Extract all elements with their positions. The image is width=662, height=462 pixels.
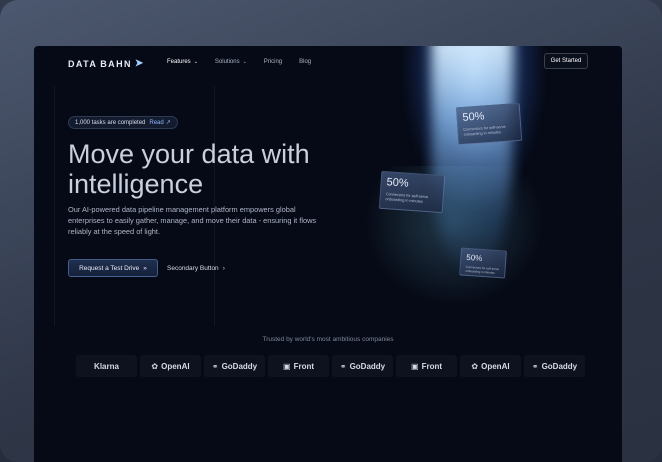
logo-klarna: Klarna	[76, 355, 137, 377]
get-started-button[interactable]: Get Started	[544, 53, 588, 69]
nav-item-solutions[interactable]: Solutions ⌄	[215, 59, 247, 65]
brand-logo[interactable]: DATA BAHN ➤	[68, 58, 145, 69]
logo-godaddy: ⚭ GoDaddy	[524, 355, 585, 377]
stat-value: 50%	[386, 176, 410, 190]
stat-value: 50%	[466, 252, 483, 263]
logo-front: ▣ Front	[396, 355, 457, 377]
chevron-down-icon: ⌄	[193, 59, 198, 65]
hero-title-line2: intelligence	[68, 169, 204, 199]
request-test-drive-button[interactable]: Request a Test Drive »	[68, 259, 158, 277]
nav-item-features[interactable]: Features ⌄	[167, 59, 198, 65]
announcement-badge[interactable]: 1,000 tasks are completed Read ↗	[68, 116, 178, 129]
logo-text-bahn: BAHN	[100, 58, 132, 69]
browser-viewport: DATA BAHN ➤ Features ⌄ Solutions ⌄ Pricing …	[34, 46, 622, 462]
logo-openai: ✿ OpenAI	[460, 355, 521, 377]
stat-card: 50% Connectors for self-serve onboarding…	[378, 170, 446, 214]
hero-description: Our AI-powered data pipeline management …	[68, 205, 317, 236]
logo-godaddy: ⚭ GoDaddy	[204, 355, 265, 377]
logo-front: ▣ Front	[268, 355, 329, 377]
logo-arrow-icon: ➤	[134, 58, 145, 69]
arrow-up-right-icon: ↗	[165, 120, 171, 126]
front-icon: ▣	[283, 361, 291, 371]
stat-card: 50% Connectors for self-serve onboarding…	[459, 247, 507, 279]
trusted-heading: Trusted by world's most ambitious compan…	[262, 336, 394, 343]
stat-value: 50%	[462, 110, 485, 124]
stat-description: Connectors for self-serve onboarding in …	[385, 192, 429, 204]
main-nav: Features ⌄ Solutions ⌄ Pricing Blog	[167, 59, 311, 65]
nav-item-blog[interactable]: Blog	[299, 59, 311, 65]
godaddy-icon: ⚭	[531, 361, 539, 371]
godaddy-icon: ⚭	[339, 361, 347, 371]
openai-icon: ✿	[151, 361, 159, 371]
badge-text: 1,000 tasks are completed	[75, 119, 146, 126]
hero-title-line1: Move your data with	[68, 139, 310, 169]
chevron-right-icon: ›	[222, 264, 225, 272]
double-chevron-right-icon: »	[143, 264, 147, 272]
logo-text-data: DATA	[68, 58, 98, 69]
grid-line	[54, 86, 55, 326]
hero-title: Move your data with intelligence	[68, 139, 368, 199]
chevron-down-icon: ⌄	[242, 59, 247, 65]
stat-card: 50% Connectors for self-serve onboarding…	[455, 102, 523, 146]
badge-read-link[interactable]: Read ↗	[149, 119, 171, 127]
stat-description: Connectors for self-serve onboarding in …	[465, 264, 500, 275]
logo-openai: ✿ OpenAI	[140, 355, 201, 377]
customer-logos: Klarna ✿ OpenAI ⚭ GoDaddy ▣ Front ⚭ GoDaddy …	[76, 355, 585, 377]
front-icon: ▣	[411, 361, 419, 371]
secondary-button[interactable]: Secondary Button ›	[167, 259, 225, 277]
godaddy-icon: ⚭	[211, 361, 219, 371]
nav-item-pricing[interactable]: Pricing	[264, 59, 282, 65]
openai-icon: ✿	[471, 361, 479, 371]
stat-description: Connectors for self-serve onboarding in …	[463, 124, 506, 137]
logo-godaddy: ⚭ GoDaddy	[332, 355, 393, 377]
